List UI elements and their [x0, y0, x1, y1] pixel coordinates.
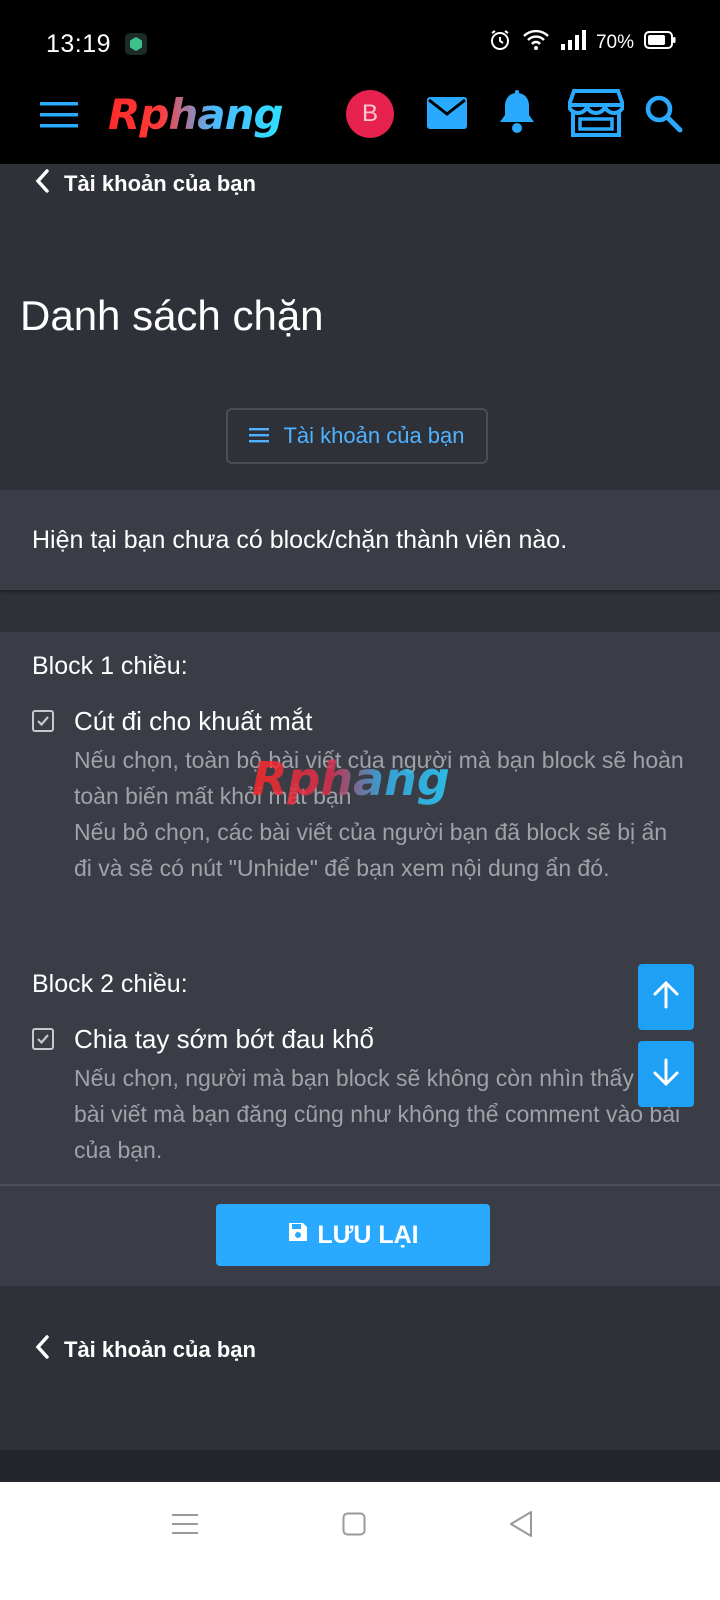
save-label: LƯU LẠI — [317, 1220, 419, 1249]
page-title: Danh sách chặn — [20, 292, 324, 339]
bell-icon[interactable] — [498, 90, 536, 139]
scroll-down-button[interactable] — [638, 1041, 694, 1107]
block1-option: Cút đi cho khuất mắt Nếu chọn, toàn bộ b… — [32, 706, 684, 926]
footer-strip — [0, 1450, 720, 1482]
block2-description: Nếu chọn, người mà bạn block sẽ không cò… — [74, 1065, 681, 1163]
block1-label[interactable]: Cút đi cho khuất mắt — [74, 706, 312, 737]
empty-block-list-notice: Hiện tại bạn chưa có block/chặn thành vi… — [0, 490, 720, 590]
app-header: Rphang B — [0, 88, 720, 164]
block1-heading: Block 1 chiều: — [32, 652, 188, 680]
save-button[interactable]: LƯU LẠI — [216, 1204, 490, 1266]
scroll-up-button[interactable] — [638, 964, 694, 1030]
notice-text: Hiện tại bạn chưa có block/chặn thành vi… — [32, 525, 568, 554]
hamburger-menu-icon[interactable] — [40, 100, 78, 135]
block2-checkbox[interactable] — [32, 1028, 54, 1050]
account-menu-label: Tài khoản của bạn — [283, 423, 465, 448]
site-logo[interactable]: Rphang — [108, 90, 284, 139]
block2-label[interactable]: Chia tay sớm bớt đau khổ — [74, 1024, 374, 1055]
chevron-left-icon — [34, 168, 50, 200]
block2-option: Chia tay sớm bớt đau khổ Nếu chọn, người… — [32, 1024, 682, 1174]
battery-percent: 70% — [595, 32, 634, 53]
wifi-icon — [522, 28, 550, 58]
user-avatar[interactable]: B — [346, 90, 394, 138]
account-menu-button[interactable]: Tài khoản của bạn — [226, 408, 488, 464]
chevron-left-icon — [34, 1334, 50, 1366]
recent-apps-icon[interactable] — [172, 1512, 198, 1541]
back-link-top[interactable]: Tài khoản của bạn — [34, 168, 256, 200]
mail-icon[interactable] — [426, 96, 468, 135]
battery-icon — [644, 31, 676, 55]
arrow-up-icon — [652, 980, 680, 1015]
save-bar: LƯU LẠI — [0, 1184, 720, 1286]
arrow-down-icon — [652, 1057, 680, 1092]
block1-desc-line2: Nếu bỏ chọn, các bài viết của người bạn … — [74, 819, 668, 881]
app-notification-icon — [124, 32, 148, 61]
signal-icon — [560, 29, 586, 57]
system-nav-bar — [0, 1482, 720, 1600]
block2-heading: Block 2 chiều: — [32, 970, 188, 998]
block1-checkbox[interactable] — [32, 710, 54, 732]
back-link-bottom-label: Tài khoản của bạn — [64, 1337, 256, 1362]
list-icon — [249, 423, 270, 449]
status-bar: 13:19 70% — [0, 0, 720, 88]
status-right: 70% — [488, 28, 676, 58]
back-link-label: Tài khoản của bạn — [64, 171, 256, 196]
search-icon[interactable] — [644, 94, 684, 139]
store-icon[interactable] — [566, 88, 626, 143]
back-triangle-icon[interactable] — [508, 1510, 534, 1543]
watermark-logo: Rphang — [252, 752, 450, 806]
status-time: 13:19 — [46, 30, 112, 58]
back-link-bottom[interactable]: Tài khoản của bạn — [34, 1334, 256, 1366]
floppy-disk-icon — [287, 1221, 309, 1250]
alarm-icon — [488, 28, 512, 58]
block-options-panel: Block 1 chiều: Cút đi cho khuất mắt Nếu … — [0, 632, 720, 1202]
home-icon[interactable] — [342, 1512, 366, 1541]
